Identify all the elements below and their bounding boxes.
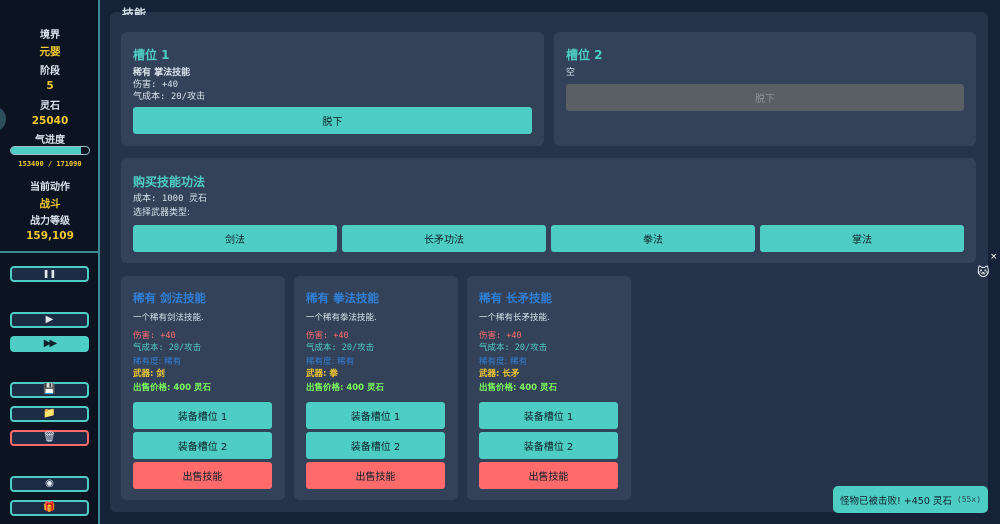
buy-skill-title: 购买技能功法: [133, 175, 206, 189]
skill-qi-cost: 气成本: 20/攻击: [306, 343, 375, 353]
equip-slot-2-button[interactable]: 装备槽位 2: [133, 432, 272, 459]
gift-icon: 🎁: [43, 502, 56, 513]
equip-slot-2-button[interactable]: 装备槽位 2: [479, 432, 618, 459]
buy-spear-button[interactable]: 长矛功法: [342, 225, 546, 252]
skill-sell-price: 出售价格: 400 灵石: [306, 383, 385, 393]
skill-damage: 伤害: +40: [306, 331, 349, 341]
skill-name: 稀有 拳法技能: [306, 291, 380, 305]
equip-slot-2-button[interactable]: 装备槽位 2: [306, 432, 445, 459]
skill-qi-cost: 气成本: 20/攻击: [479, 343, 548, 353]
buy-sword-button[interactable]: 剑法: [133, 225, 337, 252]
sell-skill-button[interactable]: 出售技能: [479, 462, 618, 489]
slot-1-damage: 伤害: +40: [133, 80, 179, 90]
skill-sell-price: 出售价格: 400 灵石: [479, 383, 558, 393]
sell-skill-button[interactable]: 出售技能: [133, 462, 272, 489]
sidebar-divider: [0, 251, 100, 253]
slot-2-unequip-button[interactable]: 脱下: [566, 84, 964, 111]
skill-rarity: 稀有度: 稀有: [479, 357, 528, 367]
skill-description: 一个稀有拳法技能.: [306, 313, 377, 323]
skill-name: 稀有 剑法技能: [133, 291, 207, 305]
qi-progress-bar: [10, 146, 90, 155]
trash-icon: 🗑: [43, 432, 56, 443]
qi-progress-fill: [11, 147, 82, 154]
qi-stat: 气进度: [0, 131, 100, 146]
power-label: 战力等级: [30, 216, 70, 227]
load-button[interactable]: 📁: [10, 406, 89, 422]
play-icon: ▶: [45, 314, 54, 325]
slot-1-unequip-button[interactable]: 脱下: [133, 107, 532, 134]
save-button[interactable]: 💾: [10, 382, 89, 398]
delete-save-button[interactable]: 🗑: [10, 430, 89, 446]
choose-weapon-label: 选择武器类型:: [133, 208, 191, 218]
close-icon[interactable]: ×: [990, 252, 998, 262]
power-value: 159,109: [26, 230, 74, 242]
stage-label: 阶段: [40, 66, 60, 77]
skill-qi-cost: 气成本: 20/攻击: [133, 343, 202, 353]
sell-skill-button[interactable]: 出售技能: [306, 462, 445, 489]
skill-weapon: 武器: 剑: [133, 369, 165, 379]
play-button[interactable]: ▶: [10, 312, 89, 328]
action-stat: 当前动作 战斗: [0, 178, 100, 211]
slot-1-skill-name: 稀有 掌法技能: [133, 68, 191, 78]
action-value: 战斗: [39, 198, 61, 210]
skill-damage: 伤害: +40: [133, 331, 176, 341]
cat-icon[interactable]: 🐱: [977, 265, 991, 279]
stage-stat: 阶段 5: [0, 62, 100, 92]
skill-weapon: 武器: 长矛: [479, 369, 520, 379]
pause-icon: ❚❚: [42, 269, 57, 278]
floppy-disk-icon: 💾: [43, 384, 56, 395]
toast-message: 怪物已被击败! +450 灵石: [839, 495, 952, 507]
gift-button[interactable]: 🎁: [10, 500, 89, 516]
power-stat: 战力等级 159,109: [0, 212, 100, 242]
action-label: 当前动作: [30, 182, 70, 193]
stage-value: 5: [46, 80, 54, 92]
stones-value: 25040: [31, 115, 69, 127]
slot-2-title: 槽位 2: [566, 48, 603, 62]
slot-1-qi-cost: 气成本: 20/攻击: [133, 92, 206, 102]
stones-stat: 灵石 25040: [0, 97, 100, 127]
notification-toast: 怪物已被击败! +450 灵石 (55x): [833, 486, 988, 513]
skill-damage: 伤害: +40: [479, 331, 522, 341]
buy-fist-button[interactable]: 拳法: [551, 225, 755, 252]
skill-weapon: 武器: 拳: [306, 369, 338, 379]
slot-2-empty-text: 空: [566, 68, 576, 78]
toast-count: (55x): [956, 495, 982, 504]
skill-name: 稀有 长矛技能: [479, 291, 553, 305]
sidebar: 境界 元婴 阶段 5 灵石 25040 气进度 153400 / 171090 …: [0, 0, 100, 524]
panel-title: 技能: [122, 7, 147, 15]
qi-progress-text: 153400 / 171090: [18, 160, 82, 168]
skill-sell-price: 出售价格: 400 灵石: [133, 383, 212, 393]
equip-slot-1-button[interactable]: 装备槽位 1: [479, 402, 618, 429]
buy-cost: 成本: 1000 灵石: [133, 194, 207, 204]
discord-icon: ◉: [45, 478, 54, 489]
qi-label: 气进度: [35, 135, 65, 146]
slot-1-title: 槽位 1: [133, 48, 170, 62]
skill-rarity: 稀有度: 稀有: [306, 357, 355, 367]
fast-forward-button[interactable]: ▶▶: [10, 336, 89, 352]
pause-button[interactable]: ❚❚: [10, 266, 89, 282]
realm-stat: 境界 元婴: [0, 26, 100, 59]
fast-forward-icon: ▶▶: [43, 338, 57, 349]
skill-rarity: 稀有度: 稀有: [133, 357, 182, 367]
skill-description: 一个稀有长矛技能.: [479, 313, 550, 323]
skill-description: 一个稀有剑法技能.: [133, 313, 204, 323]
discord-button[interactable]: ◉: [10, 476, 89, 492]
equip-slot-1-button[interactable]: 装备槽位 1: [133, 402, 272, 429]
folder-icon: 📁: [43, 408, 56, 419]
buy-palm-button[interactable]: 掌法: [760, 225, 964, 252]
realm-value: 元婴: [39, 46, 61, 58]
equip-slot-1-button[interactable]: 装备槽位 1: [306, 402, 445, 429]
stones-label: 灵石: [40, 101, 60, 112]
realm-label: 境界: [40, 30, 60, 41]
